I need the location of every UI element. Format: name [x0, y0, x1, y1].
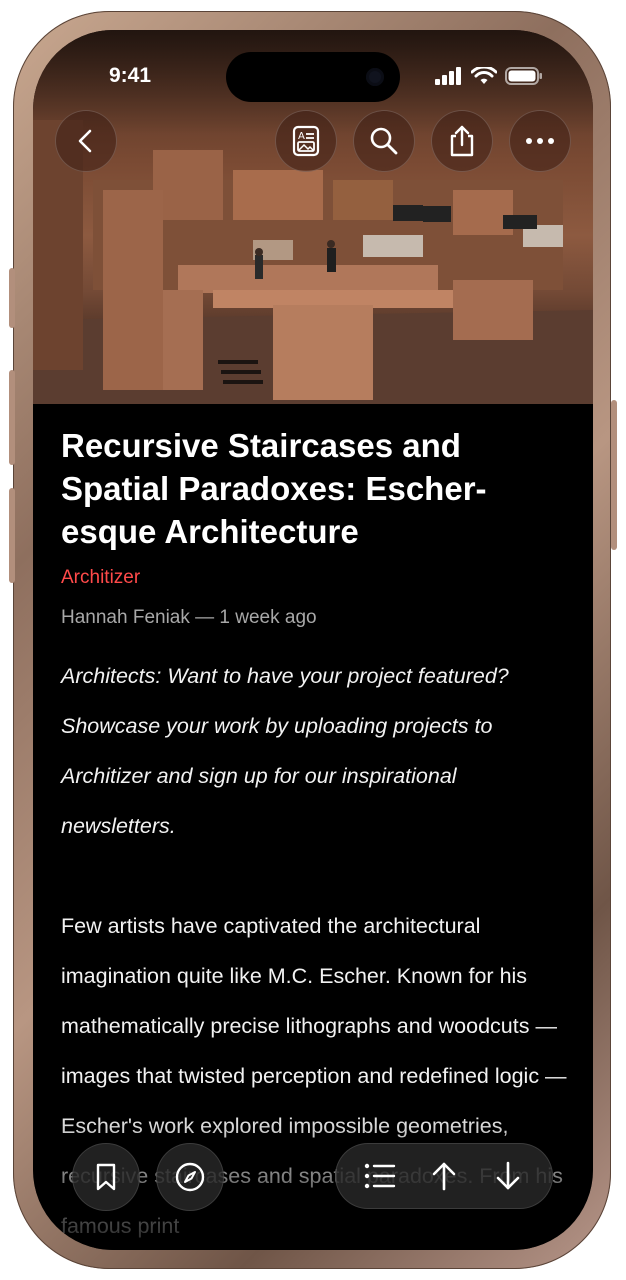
- cellular-signal-icon: [435, 67, 461, 85]
- volume-down-button: [9, 488, 15, 583]
- scroll-down-button[interactable]: [484, 1152, 532, 1200]
- svg-text:A: A: [298, 131, 305, 142]
- back-button[interactable]: [55, 110, 117, 172]
- compass-icon: [175, 1162, 205, 1192]
- arrow-down-icon: [496, 1161, 520, 1190]
- power-button: [611, 400, 617, 550]
- volume-up-button: [9, 370, 15, 465]
- reader-view-button[interactable]: A: [275, 110, 337, 172]
- action-button: [9, 268, 15, 328]
- article-byline: Hannah Feniak — 1 week ago: [61, 607, 317, 628]
- share-icon: [450, 125, 474, 157]
- scroll-up-button[interactable]: [420, 1152, 468, 1200]
- reader-view-icon: A: [292, 125, 320, 157]
- article-source[interactable]: Architizer: [61, 567, 571, 589]
- battery-icon: [505, 67, 542, 85]
- search-icon: [370, 127, 398, 155]
- toolbar-navigation: [335, 1143, 553, 1209]
- article-intro: Architects: Want to have your project fe…: [61, 664, 509, 838]
- status-time: 9:41: [109, 64, 152, 87]
- screen: 9:41 A Recursive Staircases and Spatial …: [33, 30, 593, 1250]
- more-button[interactable]: [509, 110, 571, 172]
- share-button[interactable]: [431, 110, 493, 172]
- wifi-icon: [471, 67, 497, 84]
- arrow-up-icon: [432, 1162, 456, 1191]
- compass-button[interactable]: [156, 1143, 224, 1211]
- bookmark-icon: [96, 1163, 116, 1191]
- list-icon: [364, 1163, 396, 1189]
- bookmark-button[interactable]: [72, 1143, 140, 1211]
- more-icon: [526, 138, 554, 144]
- camera-icon: [366, 68, 384, 86]
- article-title: Recursive Staircases and Spatial Paradox…: [61, 427, 487, 550]
- dynamic-island: [226, 52, 400, 102]
- status-icons: [435, 67, 543, 85]
- contents-button[interactable]: [356, 1152, 404, 1200]
- back-icon: [78, 129, 92, 153]
- search-button[interactable]: [353, 110, 415, 172]
